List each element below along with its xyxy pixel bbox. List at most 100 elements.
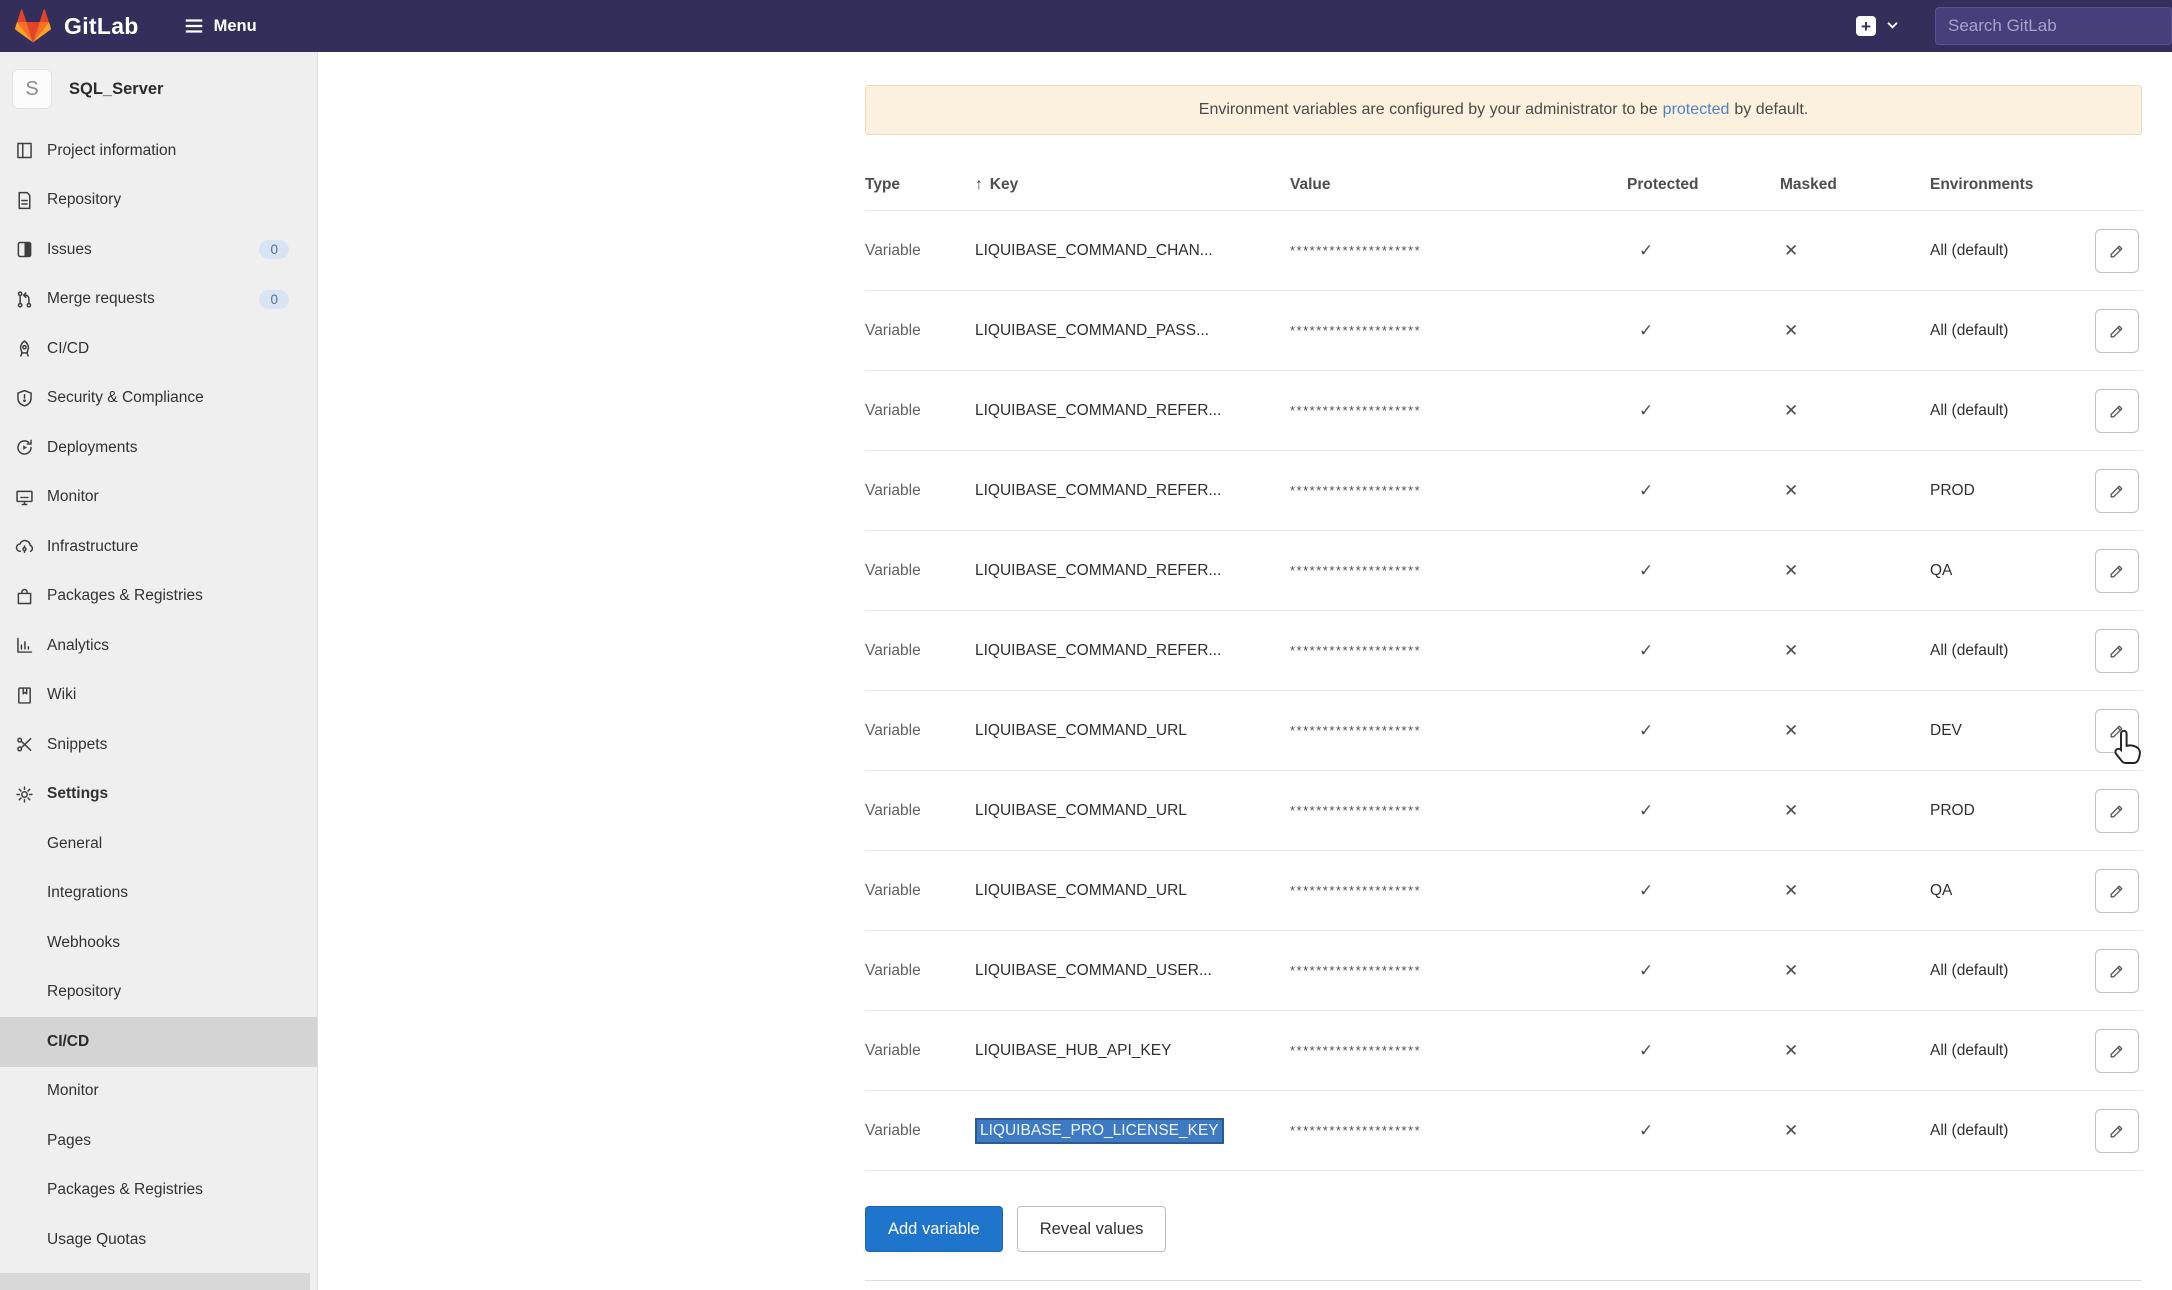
table-row: Variable LIQUIBASE_COMMAND_URL *********…: [865, 690, 2142, 770]
sidebar-item-infrastructure[interactable]: Infrastructure: [0, 522, 317, 572]
variable-key: LIQUIBASE_PRO_LICENSE_KEY: [975, 1118, 1290, 1144]
edit-variable-button[interactable]: [2095, 629, 2139, 673]
repository-icon: [14, 190, 35, 211]
variable-environment: All (default): [1930, 1042, 2095, 1060]
sidebar-item-analytics[interactable]: Analytics: [0, 621, 317, 671]
sidebar-item-deployments[interactable]: Deployments: [0, 423, 317, 473]
edit-variable-button[interactable]: [2095, 309, 2139, 353]
brand-name: GitLab: [64, 13, 139, 40]
gitlab-logo[interactable]: GitLab: [14, 8, 139, 44]
sidebar-item-issues[interactable]: Issues 0: [0, 225, 317, 275]
edit-variable-button[interactable]: [2095, 1109, 2139, 1153]
variable-value-masked: ********************: [1290, 323, 1627, 338]
sidebar-bottom-strip: [0, 1273, 310, 1290]
sidebar: S SQL_Server Project information Reposit…: [0, 52, 318, 1290]
variable-value-masked: ********************: [1290, 963, 1627, 978]
cloud-gear-icon: [14, 536, 35, 557]
protected-link[interactable]: protected: [1663, 101, 1730, 119]
edit-variable-button[interactable]: [2095, 229, 2139, 273]
banner-text-before: Environment variables are configured by …: [1199, 101, 1658, 119]
table-row: Variable LIQUIBASE_COMMAND_REFER... ****…: [865, 450, 2142, 530]
project-header[interactable]: S SQL_Server: [0, 52, 317, 126]
plus-icon: +: [1861, 18, 1871, 35]
pencil-icon: [2107, 801, 2127, 821]
variable-type: Variable: [865, 802, 975, 820]
settings-subitem-webhooks[interactable]: Webhooks: [0, 918, 317, 968]
settings-subitem-ci-cd-active[interactable]: CI/CD: [0, 1017, 317, 1067]
admin-protected-banner: Environment variables are configured by …: [865, 85, 2142, 135]
project-avatar: S: [12, 69, 52, 109]
masked-cross-icon: ✕: [1772, 801, 1930, 821]
edit-variable-button[interactable]: [2095, 469, 2139, 513]
settings-subitem-general[interactable]: General: [0, 819, 317, 869]
menu-button[interactable]: Menu: [183, 15, 257, 37]
table-row: Variable LIQUIBASE_COMMAND_PASS... *****…: [865, 290, 2142, 370]
table-row: Variable LIQUIBASE_COMMAND_CHAN... *****…: [865, 210, 2142, 290]
settings-subitem-pages[interactable]: Pages: [0, 1116, 317, 1166]
settings-subitem-packages-registries[interactable]: Packages & Registries: [0, 1166, 317, 1216]
sidebar-item-merge-requests[interactable]: Merge requests 0: [0, 275, 317, 325]
sidebar-item-ci-cd[interactable]: CI/CD: [0, 324, 317, 374]
edit-variable-button[interactable]: [2095, 549, 2139, 593]
settings-subitem-monitor[interactable]: Monitor: [0, 1067, 317, 1117]
pencil-icon: [2107, 321, 2127, 341]
masked-cross-icon: ✕: [1772, 961, 1930, 981]
variable-value-masked: ********************: [1290, 803, 1627, 818]
variable-key: LIQUIBASE_COMMAND_URL: [975, 802, 1290, 820]
variable-type: Variable: [865, 402, 975, 420]
variable-type: Variable: [865, 962, 975, 980]
variable-environment: All (default): [1930, 962, 2095, 980]
add-variable-button[interactable]: Add variable: [865, 1206, 1003, 1252]
sidebar-item-security-compliance[interactable]: Security & Compliance: [0, 374, 317, 424]
variables-section: Environment variables are configured by …: [865, 52, 2142, 1290]
variable-key: LIQUIBASE_COMMAND_PASS...: [975, 322, 1290, 340]
sidebar-item-snippets[interactable]: Snippets: [0, 720, 317, 770]
table-row: Variable LIQUIBASE_HUB_API_KEY *********…: [865, 1010, 2142, 1090]
settings-subitem-usage-quotas[interactable]: Usage Quotas: [0, 1215, 317, 1265]
edit-variable-button[interactable]: [2095, 869, 2139, 913]
edit-variable-button[interactable]: [2095, 949, 2139, 993]
column-header-key[interactable]: ↑Key: [975, 176, 1290, 194]
variable-key: LIQUIBASE_COMMAND_REFER...: [975, 642, 1290, 660]
variable-key: LIQUIBASE_COMMAND_REFER...: [975, 482, 1290, 500]
variable-environment: All (default): [1930, 402, 2095, 420]
masked-cross-icon: ✕: [1772, 1121, 1930, 1141]
pencil-icon: [2107, 721, 2127, 741]
variable-environment: All (default): [1930, 642, 2095, 660]
scissors-icon: [14, 734, 35, 755]
edit-variable-button[interactable]: [2095, 1029, 2139, 1073]
table-row: Variable LIQUIBASE_COMMAND_URL *********…: [865, 850, 2142, 930]
pencil-icon: [2107, 641, 2127, 661]
new-item-button[interactable]: +: [1856, 16, 1876, 36]
sidebar-item-monitor[interactable]: Monitor: [0, 473, 317, 523]
masked-cross-icon: ✕: [1772, 481, 1930, 501]
sidebar-item-settings[interactable]: Settings: [0, 770, 317, 820]
settings-subitem-repository[interactable]: Repository: [0, 968, 317, 1018]
project-information-icon: [14, 140, 35, 161]
merge-requests-count-badge: 0: [259, 290, 289, 309]
table-row: Variable LIQUIBASE_COMMAND_REFER... ****…: [865, 530, 2142, 610]
protected-check-icon: ✓: [1627, 961, 1772, 981]
edit-variable-button[interactable]: [2095, 389, 2139, 433]
sidebar-item-project-information[interactable]: Project information: [0, 126, 317, 176]
gear-icon: [14, 784, 35, 805]
masked-cross-icon: ✕: [1772, 721, 1930, 741]
sidebar-item-repository[interactable]: Repository: [0, 176, 317, 226]
edit-variable-button[interactable]: [2095, 709, 2139, 753]
masked-cross-icon: ✕: [1772, 321, 1930, 341]
variable-type: Variable: [865, 482, 975, 500]
settings-subitem-integrations[interactable]: Integrations: [0, 869, 317, 919]
main-content: Environment variables are configured by …: [318, 52, 2172, 1290]
protected-check-icon: ✓: [1627, 881, 1772, 901]
table-row: Variable LIQUIBASE_COMMAND_REFER... ****…: [865, 370, 2142, 450]
reveal-values-button[interactable]: Reveal values: [1017, 1206, 1167, 1252]
sidebar-item-packages-registries[interactable]: Packages & Registries: [0, 572, 317, 622]
pencil-icon: [2107, 881, 2127, 901]
variable-environment: DEV: [1930, 722, 2095, 740]
variable-key: LIQUIBASE_COMMAND_USER...: [975, 962, 1290, 980]
edit-variable-button[interactable]: [2095, 789, 2139, 833]
sidebar-item-wiki[interactable]: Wiki: [0, 671, 317, 721]
variable-value-masked: ********************: [1290, 723, 1627, 738]
chevron-down-icon[interactable]: [1886, 17, 1899, 35]
search-input[interactable]: [1935, 7, 2172, 45]
